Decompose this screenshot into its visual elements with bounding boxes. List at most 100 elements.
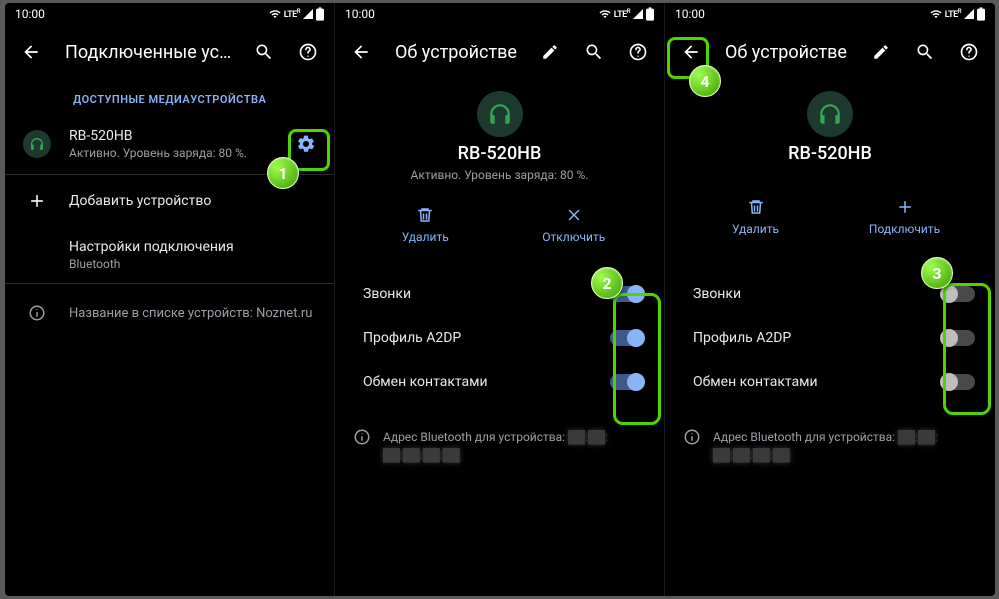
device-name-info-row: Название в списке устройств: Noznet.ru (5, 284, 334, 336)
header: Подключенные уст… (5, 25, 334, 79)
toggle-calls-label: Звонки (363, 286, 411, 302)
edit-button[interactable] (532, 34, 568, 70)
wifi-icon (929, 8, 943, 20)
status-time: 10:00 (675, 7, 705, 21)
callout-1: 1 (267, 157, 299, 189)
search-button[interactable] (246, 34, 282, 70)
pencil-icon (541, 43, 559, 61)
info-icon (353, 428, 371, 446)
info-icon (683, 428, 701, 446)
toggle-contacts-label: Обмен контактами (693, 374, 818, 390)
headphones-icon (487, 101, 513, 127)
pane-connected-devices: 10:00 LTER Подключенные уст… ДОСТУПНЫЕ М… (5, 3, 335, 596)
help-button[interactable] (951, 34, 987, 70)
delete-label: Удалить (402, 230, 449, 244)
help-button[interactable] (290, 34, 326, 70)
status-bar: 10:00 LTER (5, 3, 334, 25)
headphones-avatar (23, 130, 51, 158)
search-icon (254, 42, 274, 62)
pane-device-detail-connected: 10:00 LTER Об устройстве RB-520HB Активн… (335, 3, 665, 596)
lte-label: LTER (284, 8, 300, 20)
edit-button[interactable] (863, 34, 899, 70)
connection-prefs-row[interactable]: Настройки подключения Bluetooth (5, 227, 334, 283)
help-icon (298, 42, 318, 62)
help-icon (959, 42, 979, 62)
trash-icon (747, 198, 765, 216)
toggle-a2dp-row[interactable]: Профиль A2DP (665, 316, 995, 360)
search-button[interactable] (576, 34, 612, 70)
toggle-contacts-row[interactable]: Обмен контактами (335, 360, 664, 404)
arrow-back-icon (681, 42, 701, 62)
trash-icon (416, 206, 434, 224)
toggle-a2dp-switch[interactable] (941, 330, 975, 346)
footer: Адрес Bluetooth для устройства: ██:██:██… (335, 404, 664, 464)
status-bar: 10:00 LTER (665, 3, 995, 25)
bluetooth-address-label: Адрес Bluetooth для устройства: ██:██:██… (383, 428, 608, 464)
connect-button[interactable]: Подключить (830, 198, 979, 236)
back-button[interactable] (13, 34, 49, 70)
status-time: 10:00 (345, 7, 375, 21)
battery-icon (316, 7, 324, 21)
actions-row: Удалить Отключить (335, 206, 664, 244)
device-name-info: Название в списке устройств: Noznet.ru (69, 306, 328, 321)
device-settings-button[interactable] (288, 126, 324, 162)
delete-button[interactable]: Удалить (351, 206, 500, 244)
device-status: Активно. Уровень заряда: 80 %. (69, 146, 284, 160)
headphones-avatar-large (807, 91, 853, 137)
status-time: 10:00 (15, 7, 45, 21)
headphones-avatar-large (477, 91, 523, 137)
info-icon (28, 304, 46, 322)
search-button[interactable] (907, 34, 943, 70)
connection-prefs-sub: Bluetooth (69, 257, 328, 271)
search-icon (584, 42, 604, 62)
help-icon (628, 42, 648, 62)
back-button[interactable] (343, 34, 379, 70)
lte-label: LTER (614, 8, 630, 20)
status-bar: 10:00 LTER (335, 3, 664, 25)
toggle-contacts-switch[interactable] (941, 374, 975, 390)
delete-label: Удалить (732, 222, 779, 236)
footer: Адрес Bluetooth для устройства: ██:██:██… (665, 404, 995, 464)
pane-device-detail-disconnected: 10:00 LTER Об устройстве RB-520HB Удалит… (665, 3, 995, 596)
disconnect-button[interactable]: Отключить (500, 206, 649, 244)
toggle-a2dp-row[interactable]: Профиль A2DP (335, 316, 664, 360)
toggle-calls-switch[interactable] (941, 286, 975, 302)
help-button[interactable] (620, 34, 656, 70)
page-title: Подключенные уст… (57, 42, 238, 63)
delete-button[interactable]: Удалить (681, 198, 830, 236)
device-name: RB-520HB (69, 128, 284, 144)
signal-icon (302, 8, 314, 20)
add-device-label: Добавить устройство (69, 193, 328, 209)
connect-label: Подключить (869, 222, 940, 236)
battery-icon (646, 7, 654, 21)
plus-icon (27, 191, 47, 211)
device-name: RB-520HB (335, 143, 664, 164)
arrow-back-icon (21, 42, 41, 62)
toggles: Звонки Профиль A2DP Обмен контактами (665, 272, 995, 404)
headphones-icon (29, 136, 45, 152)
toggle-contacts-row[interactable]: Обмен контактами (665, 360, 995, 404)
page-title: Об устройстве (387, 42, 524, 63)
callout-2: 2 (591, 267, 623, 299)
toggle-contacts-switch[interactable] (610, 374, 644, 390)
wifi-icon (268, 8, 282, 20)
device-name: RB-520HB (665, 143, 995, 164)
section-available-media: ДОСТУПНЫЕ МЕДИАУСТРОЙСТВА (5, 79, 334, 114)
signal-icon (632, 8, 644, 20)
actions-row: Удалить Подключить (665, 198, 995, 236)
header: Об устройстве (335, 25, 664, 79)
battery-icon (977, 7, 985, 21)
bluetooth-address-label: Адрес Bluetooth для устройства: ██:██:██… (713, 428, 938, 464)
page-title: Об устройстве (717, 42, 855, 63)
signal-icon (963, 8, 975, 20)
toggle-contacts-label: Обмен контактами (363, 374, 488, 390)
toggle-a2dp-switch[interactable] (610, 330, 644, 346)
plus-icon (896, 198, 914, 216)
disconnect-label: Отключить (542, 230, 605, 244)
connection-prefs-title: Настройки подключения (69, 239, 328, 255)
toggle-a2dp-label: Профиль A2DP (693, 330, 791, 346)
arrow-back-icon (351, 42, 371, 62)
toggle-a2dp-label: Профиль A2DP (363, 330, 461, 346)
callout-4: 4 (689, 65, 721, 97)
toggle-calls-label: Звонки (693, 286, 741, 302)
